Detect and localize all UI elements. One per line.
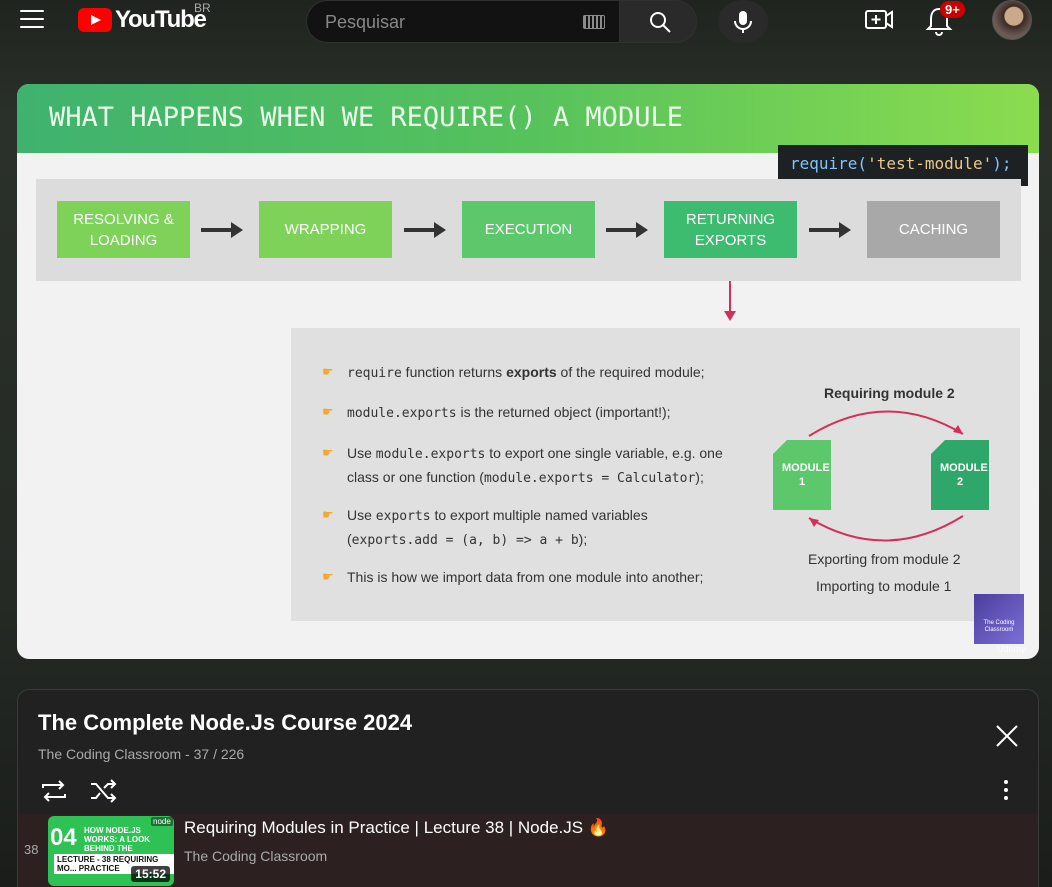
udemy-watermark: Udemy — [997, 644, 1026, 654]
down-arrow — [724, 281, 736, 321]
process-flow: Resolving & loading Wrapping Execution R… — [36, 179, 1021, 281]
keyboard-icon[interactable] — [583, 15, 605, 29]
diagram-bottom-label-2: Importing to module 1 — [816, 578, 952, 594]
search-box — [306, 0, 619, 43]
stage-resolving-loading: Resolving & loading — [57, 201, 190, 258]
module-2-box: Module 2 — [931, 440, 989, 510]
flow-arrow — [606, 222, 648, 238]
youtube-logo-text: YouTube — [115, 6, 207, 33]
search-button[interactable] — [619, 0, 697, 43]
code-string: 'test-module' — [867, 154, 993, 173]
thumb-number: 04 — [50, 824, 77, 851]
voice-search-button[interactable] — [718, 0, 768, 43]
menu-icon[interactable] — [20, 10, 44, 28]
flow-arrow — [201, 222, 243, 238]
code-call: require( — [790, 154, 868, 173]
channel-watermark: The Coding Classroom — [974, 594, 1024, 644]
slide-title: What happens when we require() a module — [49, 102, 683, 133]
avatar[interactable] — [992, 0, 1032, 40]
flow-arrow — [404, 222, 446, 238]
video-player[interactable]: What happens when we require() a module … — [17, 84, 1039, 659]
region-code: BR — [194, 1, 211, 15]
stage-returning-exports: Returning exports — [664, 201, 797, 258]
create-video-icon[interactable] — [864, 6, 894, 34]
playlist-panel: The Complete Node.Js Course 2024 The Cod… — [17, 689, 1039, 887]
search-input[interactable] — [325, 11, 565, 33]
notification-badge: 9+ — [940, 1, 965, 18]
video-duration: 15:52 — [131, 866, 170, 882]
slide-header: What happens when we require() a module — [17, 84, 1039, 153]
playlist-channel-progress[interactable]: The Coding Classroom - 37 / 226 — [38, 746, 244, 762]
playlist-item-title[interactable]: Requiring Modules in Practice | Lecture … — [184, 818, 609, 838]
node-logo: node — [151, 817, 173, 826]
playlist-item-channel[interactable]: The Coding Classroom — [184, 848, 327, 864]
loop-icon[interactable] — [38, 776, 70, 806]
search-icon — [650, 12, 671, 33]
explanation-panel: ☛ require function returns exports of th… — [291, 328, 1020, 621]
stage-caching: Caching — [867, 201, 1000, 258]
flow-arrow — [809, 222, 851, 238]
mic-icon — [734, 11, 752, 33]
code-end: ); — [992, 154, 1012, 173]
video-thumbnail[interactable]: 04 How Node.js works: a look behind the … — [48, 816, 174, 886]
top-bar: YouTube BR 9+ — [0, 0, 1052, 44]
more-options-icon[interactable] — [996, 778, 1016, 804]
module-1-box: Module 1 — [773, 440, 831, 510]
stage-wrapping: Wrapping — [259, 201, 392, 258]
diagram-bottom-label-1: Exporting from module 2 — [808, 551, 961, 567]
close-icon[interactable] — [992, 721, 1022, 751]
playlist-item-current[interactable]: 38 04 How Node.js works: a look behind t… — [18, 814, 1038, 887]
playlist-item-index: 38 — [24, 842, 39, 857]
shuffle-icon[interactable] — [88, 776, 120, 806]
youtube-logo-icon — [78, 8, 112, 32]
stage-execution: Execution — [462, 201, 595, 258]
playlist-title[interactable]: The Complete Node.Js Course 2024 — [38, 710, 412, 736]
youtube-logo[interactable]: YouTube — [78, 6, 207, 34]
